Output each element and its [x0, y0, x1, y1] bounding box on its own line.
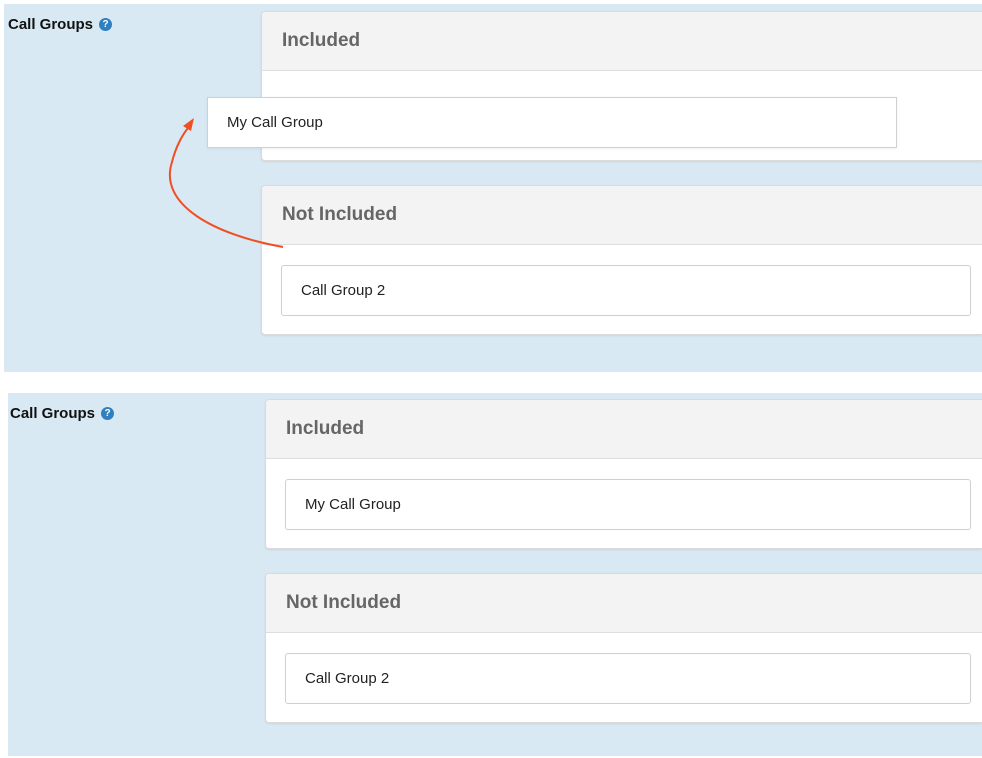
list-item-my-call-group[interactable]: My Call Group: [285, 479, 971, 530]
list-item-label: My Call Group: [305, 496, 401, 513]
not-included-header: Not Included: [266, 574, 982, 633]
not-included-box: Not Included Call Group 2: [265, 573, 982, 723]
question-circle-icon[interactable]: ?: [101, 407, 115, 420]
call-groups-panel-after: Call Groups ? Included My Call Group Not…: [8, 393, 982, 756]
included-header: Included: [266, 400, 982, 459]
list-item-label: Call Group 2: [305, 670, 390, 687]
included-box: Included My Call Group: [265, 399, 982, 549]
call-groups-label: Call Groups ?: [10, 405, 115, 422]
list-item-call-group-2[interactable]: Call Group 2: [285, 653, 971, 704]
call-groups-label-text: Call Groups: [10, 405, 96, 422]
